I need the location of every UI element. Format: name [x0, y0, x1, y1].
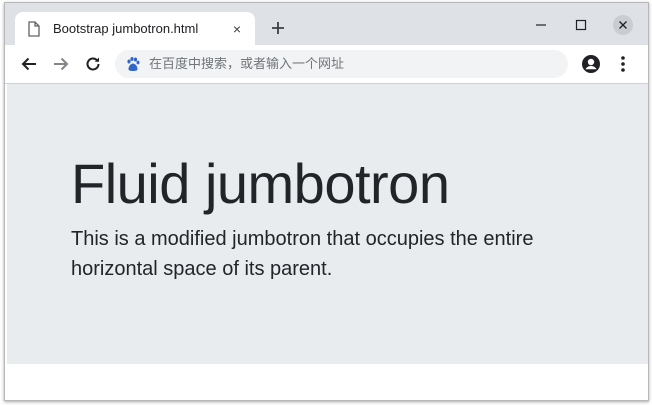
jumbotron: Fluid jumbotron This is a modified jumbo…	[7, 84, 648, 364]
profile-icon[interactable]	[579, 52, 603, 76]
forward-arrow-icon[interactable]	[49, 52, 73, 76]
kebab-menu-icon[interactable]	[611, 52, 635, 76]
tab-active[interactable]: Bootstrap jumbotron.html ×	[15, 12, 255, 45]
back-arrow-icon[interactable]	[17, 52, 41, 76]
jumbotron-lead: This is a modified jumbotron that occupi…	[71, 228, 534, 280]
tab-strip: Bootstrap jumbotron.html ×	[5, 3, 648, 45]
address-input[interactable]	[149, 56, 568, 72]
browser-toolbar	[5, 45, 648, 84]
jumbotron-title: Fluid jumbotron	[71, 152, 450, 215]
file-icon	[27, 20, 41, 37]
minimize-icon[interactable]	[527, 13, 555, 37]
reload-icon[interactable]	[81, 52, 105, 76]
tab-title: Bootstrap jumbotron.html	[53, 21, 199, 36]
close-icon[interactable]: ×	[229, 21, 245, 37]
baidu-paw-icon	[125, 56, 141, 72]
browser-window: Bootstrap jumbotron.html × 在百度中搜索，或者输入一个…	[4, 2, 649, 401]
window-close-icon[interactable]	[609, 13, 637, 37]
page-viewport: Fluid jumbotron This is a modified jumbo…	[5, 84, 648, 400]
omnibox[interactable]	[115, 50, 568, 78]
maximize-icon[interactable]	[567, 13, 595, 37]
plus-icon[interactable]	[267, 17, 289, 39]
